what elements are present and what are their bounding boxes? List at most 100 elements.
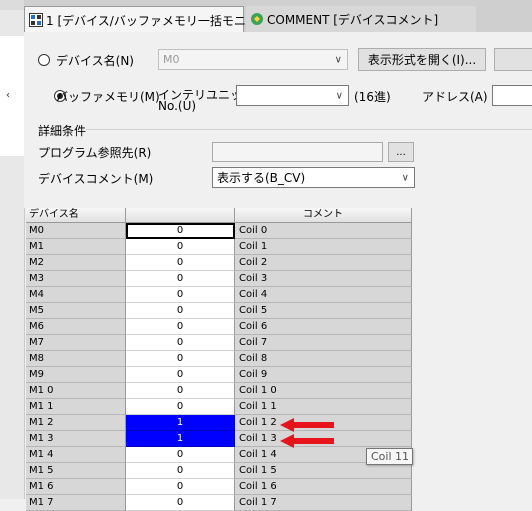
device-name-cell: M5 [26,303,126,319]
partial-button[interactable] [494,48,532,71]
browse-button[interactable]: ... [388,142,414,162]
address-label: アドレス(A) [422,90,488,104]
device-value-cell[interactable]: 0 [126,271,235,287]
device-comment-cell: Coil 6 [235,319,412,335]
table-row[interactable]: M1 6 0 Coil 1 6 [26,479,412,495]
open-display-format-button[interactable]: 表示形式を開く(I)... [358,48,486,71]
device-value-cell[interactable]: 0 [126,335,235,351]
table-row[interactable]: M1 1 0 Coil 1 1 [26,399,412,415]
table-row[interactable]: M1 0 0 Coil 1 0 [26,383,412,399]
device-name-cell: M6 [26,319,126,335]
device-value-cell[interactable]: 0 [126,495,235,511]
device-name-cell: M2 [26,255,126,271]
device-value-cell[interactable]: 0 [126,367,235,383]
device-comment-cell: Coil 4 [235,287,412,303]
comment-tooltip: Coil 11 [366,448,413,465]
device-comment-cell: Coil 1 6 [235,479,412,495]
tab-comment[interactable]: COMMENT [デバイスコメント] [246,6,476,32]
device-name-cell: M1 2 [26,415,126,431]
left-panel-strip: ‹ [0,0,25,499]
table-row[interactable]: M4 0 Coil 4 [26,287,412,303]
device-name-radio[interactable] [38,54,50,66]
header-device-name[interactable]: デバイス名 [26,208,126,223]
device-comment-cell: Coil 1 1 [235,399,412,415]
device-comment-label: デバイスコメント(M) [38,172,154,186]
table-row[interactable]: M0 0 Coil 0 [26,223,412,239]
detail-conditions-label: 詳細条件 [38,124,87,138]
collapse-arrow-icon[interactable]: ‹ [6,90,10,101]
table-row[interactable]: M5 0 Coil 5 [26,303,412,319]
device-name-cell: M9 [26,367,126,383]
device-value-cell[interactable]: 0 [126,399,235,415]
header-comment[interactable]: コメント [235,208,412,223]
device-name-combo[interactable]: M0 ∨ [158,49,348,70]
program-reference-field[interactable] [212,142,383,162]
program-reference-label: プログラム参照先(R) [38,146,152,160]
table-row[interactable]: M7 0 Coil 7 [26,335,412,351]
chevron-down-icon: ∨ [335,90,343,101]
table-row[interactable]: M8 0 Coil 8 [26,351,412,367]
table-row[interactable]: M1 0 Coil 1 [26,239,412,255]
device-comment-cell: Coil 0 [235,223,412,239]
device-name-cell: M1 4 [26,447,126,463]
device-name-cell: M1 6 [26,479,126,495]
table-row[interactable]: M1 4 0 Coil 1 4 [26,447,412,463]
monitor-icon [29,13,43,27]
chevron-down-icon: ∨ [334,54,342,65]
device-name-label: デバイス名(N) [56,54,134,68]
table-row[interactable]: M1 5 0 Coil 1 5 [26,463,412,479]
intelligent-unit-combo[interactable]: ∨ [236,85,349,106]
tab-label: COMMENT [デバイスコメント] [267,12,439,27]
device-name-cell: M1 1 [26,399,126,415]
header-value[interactable] [126,208,235,223]
tab-label: 1 [デバイス/バッファメモリ一括モニタ… [46,13,270,28]
device-comment-combo[interactable]: 表示する(B_CV) ∨ [212,167,415,188]
device-value-cell[interactable]: 0 [126,303,235,319]
table-row[interactable]: M6 0 Coil 6 [26,319,412,335]
device-value-cell[interactable]: 0 [126,255,235,271]
table-row[interactable]: M9 0 Coil 9 [26,367,412,383]
table-row[interactable]: M1 2 1 Coil 1 2 [26,415,412,431]
device-name-cell: M1 5 [26,463,126,479]
device-value-cell[interactable]: 0 [126,463,235,479]
device-value-cell[interactable]: 0 [126,239,235,255]
device-comment-cell: Coil 1 0 [235,383,412,399]
device-value-cell[interactable]: 0 [126,223,235,239]
device-comment-cell: Coil 8 [235,351,412,367]
device-name-cell: M1 [26,239,126,255]
device-comment-cell: Coil 1 5 [235,463,412,479]
device-value-cell[interactable]: 0 [126,319,235,335]
device-value-cell[interactable]: 1 [126,415,235,431]
device-value-cell[interactable]: 0 [126,479,235,495]
device-comment-cell: Coil 5 [235,303,412,319]
device-value-cell[interactable]: 0 [126,351,235,367]
device-name-cell: M8 [26,351,126,367]
device-name-cell: M4 [26,287,126,303]
device-name-value: M0 [163,53,180,66]
device-name-cell: M3 [26,271,126,287]
device-comment-cell: Coil 1 7 [235,495,412,511]
device-comment-cell: Coil 3 [235,271,412,287]
hex-label: (16進) [354,90,391,104]
red-arrow-row-13 [280,434,334,448]
device-value-cell[interactable]: 0 [126,447,235,463]
chevron-down-icon: ∨ [401,172,409,183]
device-value-cell[interactable]: 0 [126,383,235,399]
device-name-cell: M7 [26,335,126,351]
device-value-cell[interactable]: 1 [126,431,235,447]
device-name-cell: M1 7 [26,495,126,511]
device-comment-cell: Coil 9 [235,367,412,383]
device-value-cell[interactable]: 0 [126,287,235,303]
group-divider [86,129,532,130]
tab-device-monitor[interactable]: 1 [デバイス/バッファメモリ一括モニタ… × [24,6,289,33]
device-comment-cell: Coil 1 [235,239,412,255]
left-strip-pane [0,36,24,156]
left-strip-top [0,0,24,10]
address-input[interactable] [492,85,532,106]
device-comment-value: 表示する(B_CV) [217,171,306,185]
table-row[interactable]: M3 0 Coil 3 [26,271,412,287]
table-row[interactable]: M1 7 0 Coil 1 7 [26,495,412,511]
table-row[interactable]: M1 3 1 Coil 1 3 [26,431,412,447]
device-name-cell: M0 [26,223,126,239]
table-row[interactable]: M2 0 Coil 2 [26,255,412,271]
